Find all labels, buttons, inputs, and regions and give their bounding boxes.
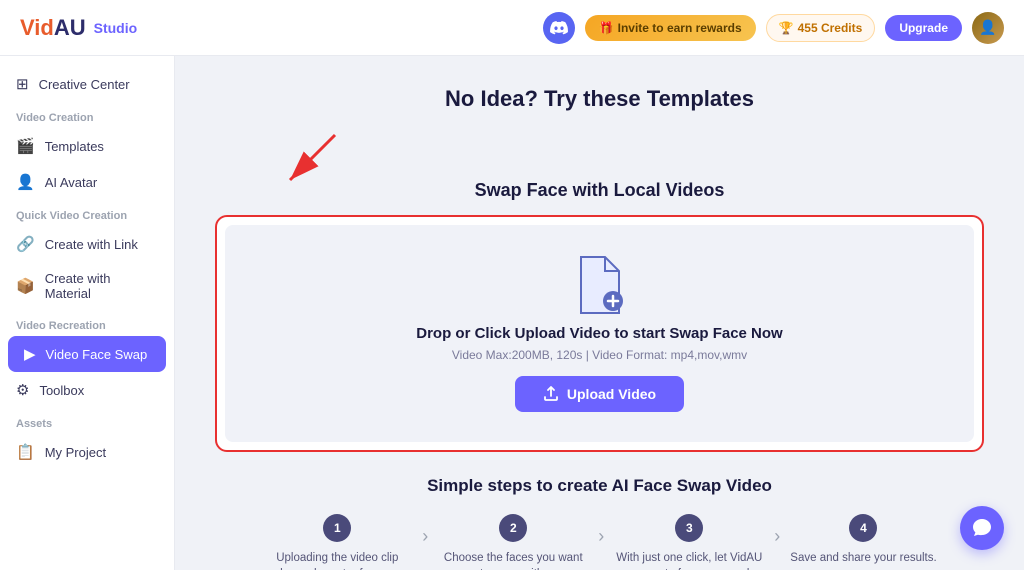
section-assets: Assets	[0, 408, 174, 434]
upload-title: Drop or Click Upload Video to start Swap…	[416, 325, 782, 342]
credits-icon: 🏆	[779, 21, 794, 35]
step-2: 2 Choose the faces you want to swap with…	[438, 514, 588, 570]
sidebar-item-create-material[interactable]: 📦 Create with Material	[0, 262, 174, 310]
upload-icon	[543, 386, 559, 402]
material-icon: 📦	[16, 277, 35, 295]
header-right: 🎁 Invite to earn rewards 🏆 455 Credits U…	[543, 12, 1004, 44]
toolbox-icon: ⚙	[16, 381, 29, 399]
video-face-swap-label: Video Face Swap	[46, 347, 148, 362]
avatar-icon: 👤	[16, 173, 35, 191]
red-arrow-icon	[275, 130, 355, 190]
upload-video-button[interactable]: Upload Video	[515, 376, 684, 412]
step-2-number: 2	[499, 514, 527, 542]
step-1: 1 Uploading the video clip whose charact…	[262, 514, 412, 570]
step-3-text: With just one click, let VidAU generate …	[614, 550, 764, 570]
sidebar-item-creative-center[interactable]: ⊞ Creative Center	[0, 66, 174, 102]
face-swap-icon: ▶	[24, 345, 36, 363]
section-quick-creation: Quick Video Creation	[0, 200, 174, 226]
steps-title: Simple steps to create AI Face Swap Vide…	[215, 476, 984, 496]
project-icon: 📋	[16, 443, 35, 461]
step-4: 4 Save and share your results.	[790, 514, 936, 566]
sidebar-item-my-project[interactable]: 📋 My Project	[0, 434, 174, 470]
upload-btn-label: Upload Video	[567, 386, 656, 402]
avatar[interactable]: 👤	[972, 12, 1004, 44]
credits-display[interactable]: 🏆 455 Credits	[766, 14, 876, 42]
logo-area: VidAU Studio	[20, 15, 137, 41]
step-arrow-3: ›	[764, 526, 790, 547]
upload-box[interactable]: Drop or Click Upload Video to start Swap…	[225, 225, 974, 442]
steps-row: 1 Uploading the video clip whose charact…	[215, 514, 984, 570]
create-material-label: Create with Material	[45, 271, 158, 301]
step-4-number: 4	[849, 514, 877, 542]
sidebar-item-toolbox[interactable]: ⚙ Toolbox	[0, 372, 174, 408]
step-arrow-2: ›	[588, 526, 614, 547]
step-4-text: Save and share your results.	[790, 550, 936, 566]
my-project-label: My Project	[45, 445, 106, 460]
creative-center-label: Creative Center	[39, 77, 130, 92]
section-video-recreation: Video Recreation	[0, 310, 174, 336]
discord-button[interactable]	[543, 12, 575, 44]
chat-button[interactable]	[960, 506, 1004, 550]
avatar-initial: 👤	[979, 19, 996, 36]
sidebar-item-video-face-swap[interactable]: ▶ Video Face Swap	[8, 336, 166, 372]
step-3-number: 3	[675, 514, 703, 542]
create-link-label: Create with Link	[45, 237, 138, 252]
templates-icon: 🎬	[16, 137, 35, 155]
sidebar-item-ai-avatar[interactable]: 👤 AI Avatar	[0, 164, 174, 200]
step-2-text: Choose the faces you want to swap with.	[438, 550, 588, 570]
chat-icon	[971, 517, 993, 539]
invite-icon: 🎁	[599, 21, 614, 35]
grid-icon: ⊞	[16, 75, 29, 93]
main-layout: ⊞ Creative Center Video Creation 🎬 Templ…	[0, 56, 1024, 570]
sidebar: ⊞ Creative Center Video Creation 🎬 Templ…	[0, 56, 175, 570]
toolbox-label: Toolbox	[39, 383, 84, 398]
upload-box-wrapper[interactable]: Drop or Click Upload Video to start Swap…	[215, 215, 984, 452]
page-title: No Idea? Try these Templates	[215, 86, 984, 112]
step-arrow-1: ›	[412, 526, 438, 547]
file-upload-icon	[575, 255, 625, 315]
logo: VidAU	[20, 15, 86, 41]
upgrade-button[interactable]: Upgrade	[885, 15, 962, 41]
studio-label: Studio	[94, 20, 138, 36]
content-area: No Idea? Try these Templates Swap Face w…	[175, 56, 1024, 570]
invite-rewards-button[interactable]: 🎁 Invite to earn rewards	[585, 15, 756, 41]
credits-value: 455 Credits	[798, 21, 863, 35]
step-1-text: Uploading the video clip whose character…	[262, 550, 412, 570]
link-icon: 🔗	[16, 235, 35, 253]
upload-subtitle: Video Max:200MB, 120s | Video Format: mp…	[452, 348, 747, 362]
sidebar-item-templates[interactable]: 🎬 Templates	[0, 128, 174, 164]
ai-avatar-label: AI Avatar	[45, 175, 98, 190]
header: VidAU Studio 🎁 Invite to earn rewards 🏆 …	[0, 0, 1024, 56]
sidebar-item-create-link[interactable]: 🔗 Create with Link	[0, 226, 174, 262]
step-1-number: 1	[323, 514, 351, 542]
step-3: 3 With just one click, let VidAU generat…	[614, 514, 764, 570]
invite-label: Invite to earn rewards	[618, 21, 742, 35]
section-video-creation: Video Creation	[0, 102, 174, 128]
templates-label: Templates	[45, 139, 104, 154]
